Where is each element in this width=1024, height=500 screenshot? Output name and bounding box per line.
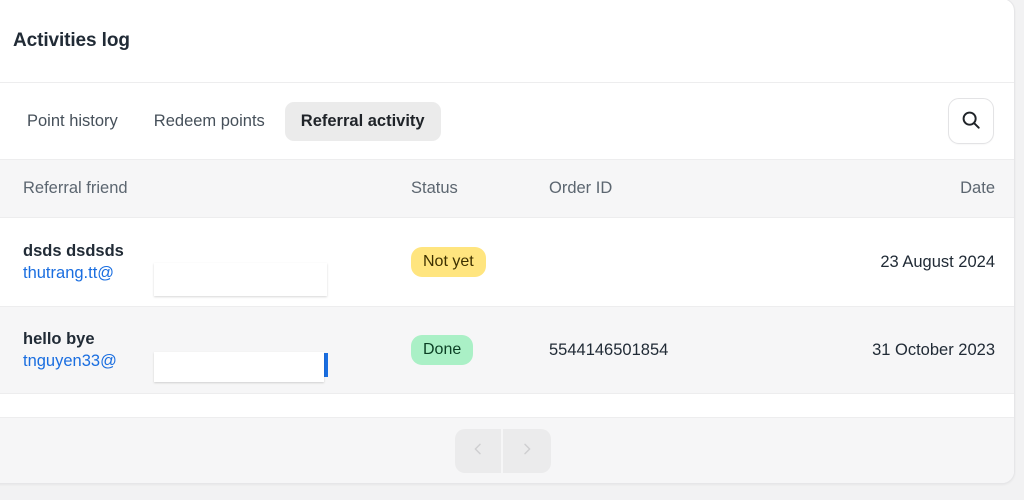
cell-date: 23 August 2024: [845, 253, 995, 272]
email-redaction-overlay: [154, 352, 324, 382]
date-value: 31 October 2023: [872, 340, 995, 359]
tab-referral-activity[interactable]: Referral activity: [284, 101, 441, 141]
column-header-date: Date: [960, 179, 995, 197]
pagination-prev-button[interactable]: [454, 428, 503, 473]
table-row[interactable]: dsds dsdsds thutrang.tt@ Not yet 23 Augu…: [0, 218, 1014, 306]
card-header: Activities log: [0, 0, 1014, 83]
table-footer: [0, 417, 1014, 483]
search-button[interactable]: [948, 98, 994, 144]
chevron-left-icon: [470, 441, 486, 460]
tab-bar: Point history Redeem points Referral act…: [0, 83, 1014, 160]
email-redaction-overlay: [154, 263, 327, 296]
page-title: Activities log: [13, 29, 130, 51]
friend-name: hello bye: [23, 329, 95, 348]
tab-list: Point history Redeem points Referral act…: [11, 101, 441, 141]
table-header-row: Referral friend Status Order ID Date: [0, 160, 1014, 218]
date-value: 23 August 2024: [880, 252, 995, 271]
status-badge: Not yet: [411, 247, 486, 277]
friend-name: dsds dsdsds: [23, 241, 124, 260]
pagination: [454, 428, 551, 473]
chevron-right-icon: [519, 441, 535, 460]
tab-redeem-points[interactable]: Redeem points: [138, 102, 281, 141]
status-badge: Done: [411, 335, 474, 365]
email-text-fragment: [324, 353, 328, 377]
cell-date: 31 October 2023: [845, 341, 995, 360]
order-id-value: 5544146501854: [549, 340, 669, 359]
activities-log-card: Activities log Point history Redeem poin…: [0, 0, 1015, 484]
referral-activity-table: Referral friend Status Order ID Date dsd…: [0, 160, 1014, 394]
cell-status: Not yet: [411, 247, 549, 277]
column-header-referral-friend: Referral friend: [23, 179, 128, 197]
cell-status: Done: [411, 335, 549, 365]
search-icon: [960, 109, 982, 134]
column-header-order-id: Order ID: [549, 179, 613, 197]
column-header-status: Status: [411, 179, 458, 197]
cell-order-id: 5544146501854: [549, 341, 845, 360]
tab-point-history[interactable]: Point history: [11, 102, 134, 141]
table-row[interactable]: hello bye tnguyen33@ Done 5544146501854 …: [0, 306, 1014, 394]
pagination-next-button[interactable]: [502, 428, 551, 473]
